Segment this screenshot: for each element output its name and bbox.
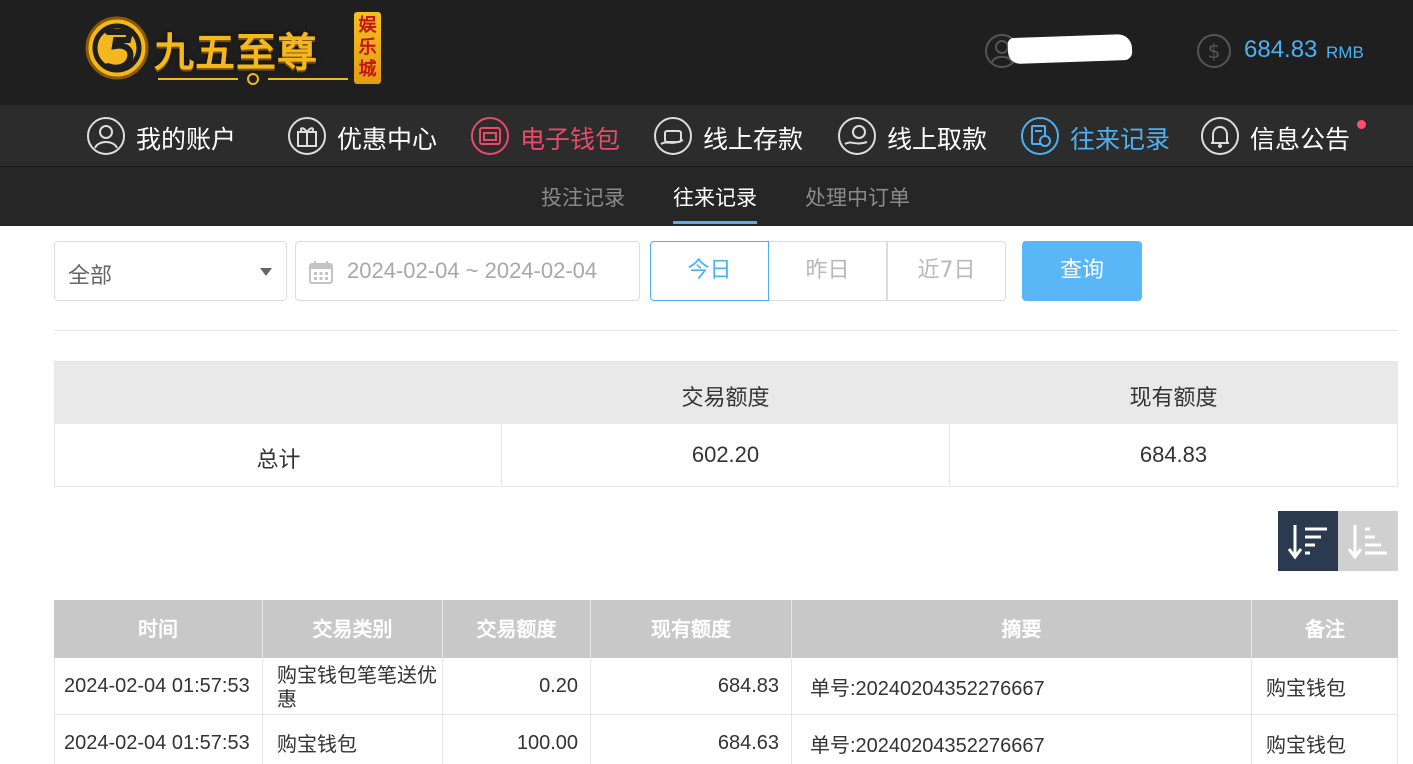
logo-badge: 娱乐城 bbox=[354, 12, 381, 84]
balance-currency: RMB bbox=[1326, 43, 1364, 62]
bell-icon bbox=[1201, 117, 1239, 155]
withdraw-icon bbox=[838, 117, 876, 155]
logo-text: 九五至尊 bbox=[154, 29, 318, 76]
summary-total-row: 总计 602.20 684.83 bbox=[55, 424, 1397, 486]
cell-note: 购宝钱包 bbox=[1266, 676, 1346, 700]
active-tab-underline bbox=[673, 221, 757, 224]
col-header-summary[interactable]: 摘要 bbox=[792, 600, 1252, 658]
user-info[interactable] bbox=[984, 33, 1144, 69]
type-select[interactable]: 全部 bbox=[54, 241, 287, 301]
balance-value: 684.83 bbox=[1244, 36, 1318, 63]
sort-ascending-icon bbox=[1347, 525, 1387, 560]
tab-bet-records[interactable]: 投注记录 bbox=[541, 182, 625, 212]
nav-label: 线上存款 bbox=[703, 125, 804, 154]
date-range-picker[interactable]: 2024-02-04 ~ 2024-02-04 bbox=[295, 241, 640, 301]
quick-range-7days[interactable]: 近7日 bbox=[887, 241, 1006, 301]
records-header: 时间 交易类别 交易额度 现有额度 摘要 备注 bbox=[54, 600, 1398, 658]
records-icon bbox=[1021, 117, 1059, 155]
table-row[interactable]: 2024-02-04 01:57:53 购宝钱包笔笔送优惠 0.20 684.8… bbox=[54, 658, 1398, 715]
tab-pending-orders[interactable]: 处理中订单 bbox=[805, 182, 910, 212]
summary-header: 交易额度 现有额度 bbox=[55, 362, 1397, 424]
user-icon bbox=[87, 117, 125, 155]
cell-time: 2024-02-04 01:57:53 bbox=[54, 658, 263, 715]
table-border-right bbox=[1397, 658, 1398, 764]
summary-header-balance: 现有额度 bbox=[1129, 386, 1218, 411]
sort-descending-button[interactable] bbox=[1278, 511, 1338, 571]
cell-note: 购宝钱包 bbox=[1266, 733, 1346, 757]
col-header-note[interactable]: 备注 bbox=[1252, 600, 1398, 658]
logo-badge-text: 娱乐城 bbox=[358, 15, 377, 80]
cell-balance: 684.63 bbox=[591, 715, 792, 764]
sort-ascending-button[interactable] bbox=[1338, 511, 1398, 571]
search-button[interactable]: 查询 bbox=[1022, 241, 1142, 301]
cell-amount: 0.20 bbox=[443, 658, 591, 715]
nav-label: 线上取款 bbox=[887, 125, 988, 154]
username-masked bbox=[1007, 33, 1133, 65]
nav-label: 往来记录 bbox=[1070, 125, 1171, 154]
col-header-time[interactable]: 时间 bbox=[54, 600, 263, 658]
quick-range-yesterday[interactable]: 昨日 bbox=[768, 241, 887, 301]
col-header-type[interactable]: 交易类别 bbox=[263, 600, 443, 658]
summary-current-balance: 684.83 bbox=[1139, 442, 1208, 467]
site-logo[interactable]: 九五至尊 娱乐城 bbox=[84, 10, 384, 90]
balance-display: $ 684.83 RMB bbox=[1196, 33, 1396, 69]
type-select-value: 全部 bbox=[68, 264, 113, 289]
date-range-value: 2024-02-04 ~ 2024-02-04 bbox=[347, 258, 598, 283]
main-nav: 我的账户 优惠中心 电子钱包 线上存款 线上取款 往来记录 信息公告 bbox=[0, 105, 1413, 167]
cell-type: 购宝钱包 bbox=[263, 715, 443, 764]
cell-time: 2024-02-04 01:57:53 bbox=[54, 715, 263, 764]
caret-down-icon bbox=[260, 268, 272, 276]
col-header-balance[interactable]: 现有额度 bbox=[591, 600, 792, 658]
notification-dot bbox=[1357, 120, 1366, 129]
quick-range-today[interactable]: 今日 bbox=[650, 241, 769, 301]
tab-transaction-records[interactable]: 往来记录 bbox=[673, 182, 757, 212]
table-border-left bbox=[54, 658, 55, 764]
table-row[interactable]: 2024-02-04 01:57:53 购宝钱包 100.00 684.63 单… bbox=[54, 715, 1398, 764]
wallet-icon bbox=[471, 117, 509, 155]
cell-summary: 单号:20240204352276667 bbox=[792, 658, 1252, 715]
deposit-icon bbox=[654, 117, 692, 155]
summary-table: 交易额度 现有额度 总计 602.20 684.83 bbox=[54, 361, 1398, 487]
cell-balance: 684.83 bbox=[591, 658, 792, 715]
coin-icon: $ bbox=[1197, 34, 1231, 68]
logo-emblem-icon bbox=[85, 16, 149, 80]
cell-type: 购宝钱包笔笔送优惠 bbox=[263, 658, 443, 715]
cell-amount: 100.00 bbox=[443, 715, 591, 764]
logo-ornament-icon bbox=[158, 73, 348, 85]
summary-header-amount: 交易额度 bbox=[681, 386, 770, 411]
nav-label: 我的账户 bbox=[136, 125, 237, 154]
sub-nav: 投注记录 往来记录 处理中订单 bbox=[0, 167, 1413, 226]
summary-total-amount: 602.20 bbox=[691, 442, 760, 467]
col-header-amount[interactable]: 交易额度 bbox=[443, 600, 591, 658]
cell-summary: 单号:20240204352276667 bbox=[792, 715, 1252, 764]
svg-text:$: $ bbox=[1208, 39, 1221, 63]
nav-label: 电子钱包 bbox=[520, 125, 621, 154]
section-divider bbox=[54, 330, 1398, 331]
calendar-icon bbox=[309, 261, 333, 284]
top-bar: 九五至尊 娱乐城 $ 684.83 RMB bbox=[0, 0, 1413, 105]
summary-total-label: 总计 bbox=[256, 448, 301, 473]
gift-icon bbox=[288, 117, 326, 155]
nav-label: 优惠中心 bbox=[337, 125, 438, 154]
sort-descending-icon bbox=[1287, 525, 1327, 560]
nav-label: 信息公告 bbox=[1250, 125, 1351, 154]
